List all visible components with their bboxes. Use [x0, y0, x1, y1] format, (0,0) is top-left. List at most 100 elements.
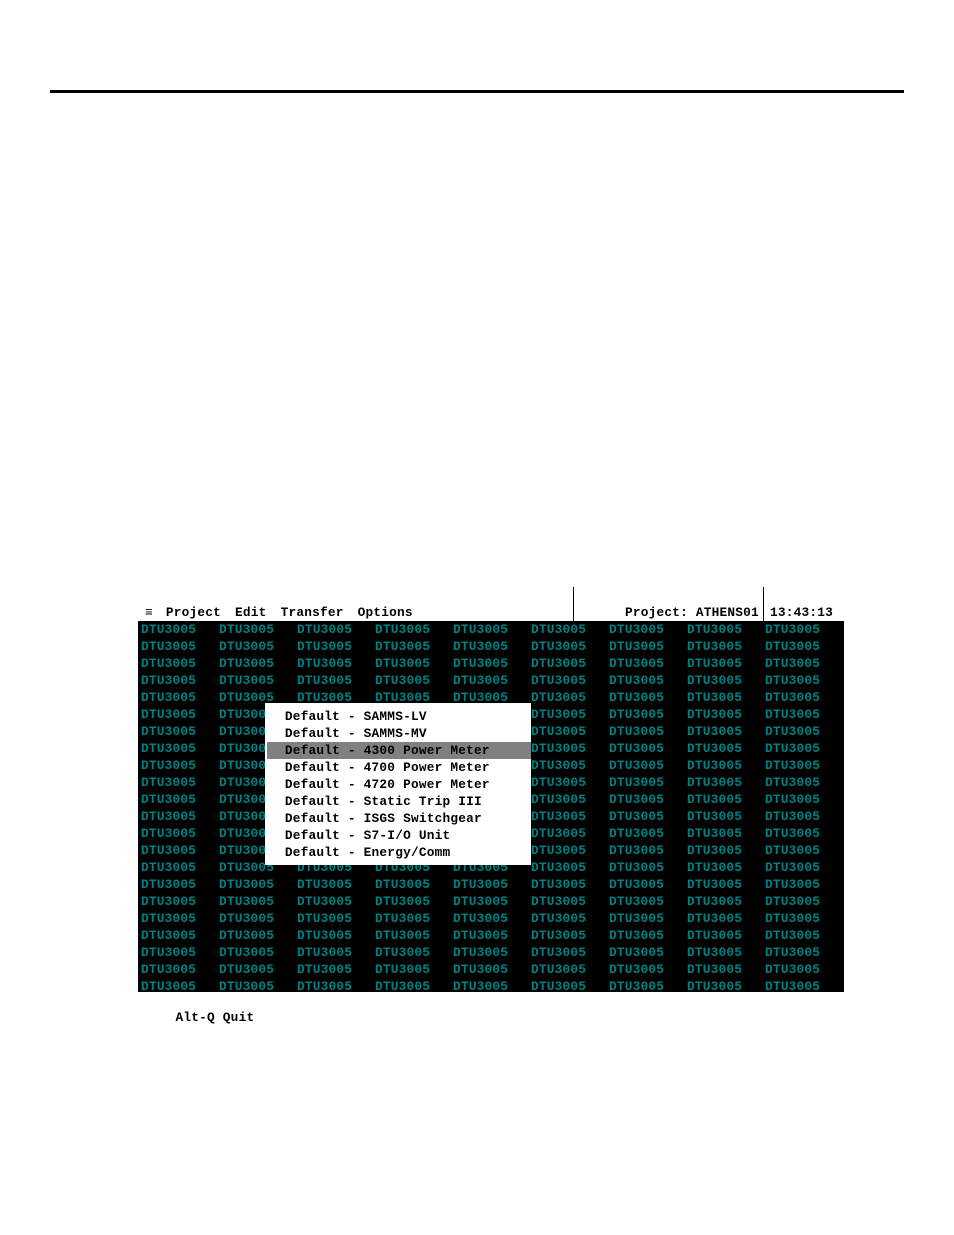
popup-item[interactable]: Default - Static Trip III [267, 793, 531, 810]
background-cell: DTU3005 [375, 638, 453, 655]
status-bar: Alt-Q Quit [138, 992, 844, 1009]
background-cell: DTU3005 [141, 706, 219, 723]
quit-hint: Alt-Q Quit [176, 1010, 255, 1025]
background-cell: DTU3005 [219, 961, 297, 978]
background-cell: DTU3005 [687, 774, 765, 791]
background-cell: DTU3005 [219, 638, 297, 655]
background-cell: DTU3005 [687, 944, 765, 961]
background-cell: DTU3005 [765, 723, 843, 740]
background-cell: DTU3005 [531, 757, 609, 774]
background-cell: DTU3005 [141, 825, 219, 842]
background-cell: DTU3005 [531, 774, 609, 791]
background-cell: DTU3005 [765, 672, 843, 689]
background-cell: DTU3005 [297, 893, 375, 910]
background-cell: DTU3005 [765, 927, 843, 944]
background-cell: DTU3005 [687, 672, 765, 689]
background-cell: DTU3005 [453, 961, 531, 978]
background-cell: DTU3005 [531, 961, 609, 978]
menu-project[interactable]: Project [159, 604, 228, 621]
background-cell: DTU3005 [687, 689, 765, 706]
background-cell: DTU3005 [765, 621, 843, 638]
background-cell: DTU3005 [687, 859, 765, 876]
background-cell: DTU3005 [141, 876, 219, 893]
horizontal-rule [50, 90, 904, 93]
background-cell: DTU3005 [765, 825, 843, 842]
background-cell: DTU3005 [609, 910, 687, 927]
background-cell: DTU3005 [765, 859, 843, 876]
background-cell: DTU3005 [765, 740, 843, 757]
background-cell: DTU3005 [765, 706, 843, 723]
background-cell: DTU3005 [765, 774, 843, 791]
background-cell: DTU3005 [687, 825, 765, 842]
popup-item[interactable]: Default - Energy/Comm [267, 844, 531, 861]
background-cell: DTU3005 [609, 893, 687, 910]
background-cell: DTU3005 [297, 655, 375, 672]
background-cell: DTU3005 [453, 672, 531, 689]
background-cell: DTU3005 [141, 655, 219, 672]
background-cell: DTU3005 [141, 774, 219, 791]
background-cell: DTU3005 [219, 944, 297, 961]
background-cell: DTU3005 [609, 672, 687, 689]
menu-edit[interactable]: Edit [228, 604, 274, 621]
background-cell: DTU3005 [141, 689, 219, 706]
background-cell: DTU3005 [375, 910, 453, 927]
background-cell: DTU3005 [141, 808, 219, 825]
background-cell: DTU3005 [375, 621, 453, 638]
popup-item[interactable]: Default - 4700 Power Meter [267, 759, 531, 776]
background-cell: DTU3005 [375, 893, 453, 910]
background-cell: DTU3005 [375, 944, 453, 961]
background-cell: DTU3005 [219, 621, 297, 638]
background-cell: DTU3005 [141, 757, 219, 774]
popup-item[interactable]: Default - S7-I/O Unit [267, 827, 531, 844]
background-cell: DTU3005 [531, 876, 609, 893]
background-cell: DTU3005 [375, 876, 453, 893]
popup-item[interactable]: Default - SAMMS-MV [267, 725, 531, 742]
background-cell: DTU3005 [375, 672, 453, 689]
menu-options[interactable]: Options [351, 604, 420, 621]
background-cell: DTU3005 [687, 706, 765, 723]
menu-transfer[interactable]: Transfer [274, 604, 351, 621]
background-cell: DTU3005 [141, 621, 219, 638]
background-cell: DTU3005 [141, 740, 219, 757]
background-cell: DTU3005 [609, 638, 687, 655]
popup-item[interactable]: Default - SAMMS-LV [267, 708, 531, 725]
background-cell: DTU3005 [687, 638, 765, 655]
device-default-popup: Default - SAMMS-LV Default - SAMMS-MV De… [265, 703, 531, 865]
background-cell: DTU3005 [687, 808, 765, 825]
background-cell: DTU3005 [531, 910, 609, 927]
background-cell: DTU3005 [687, 621, 765, 638]
background-cell: DTU3005 [297, 961, 375, 978]
background-cell: DTU3005 [297, 927, 375, 944]
background-cell: DTU3005 [219, 655, 297, 672]
background-cell: DTU3005 [765, 757, 843, 774]
background-cell: DTU3005 [687, 655, 765, 672]
background-cell: DTU3005 [297, 944, 375, 961]
background-cell: DTU3005 [375, 961, 453, 978]
popup-item[interactable]: Default - ISGS Switchgear [267, 810, 531, 827]
clock: 13:43:13 [764, 604, 839, 621]
background-cell: DTU3005 [453, 927, 531, 944]
background-cell: DTU3005 [687, 740, 765, 757]
background-cell: DTU3005 [687, 961, 765, 978]
background-cell: DTU3005 [297, 876, 375, 893]
background-row: DTU3005DTU3005DTU3005DTU3005DTU3005DTU30… [138, 927, 844, 944]
background-cell: DTU3005 [609, 706, 687, 723]
background-row: DTU3005DTU3005DTU3005DTU3005DTU3005DTU30… [138, 672, 844, 689]
popup-item[interactable]: Default - 4300 Power Meter [267, 742, 531, 759]
background-cell: DTU3005 [141, 927, 219, 944]
background-cell: DTU3005 [609, 961, 687, 978]
background-cell: DTU3005 [219, 927, 297, 944]
background-cell: DTU3005 [141, 791, 219, 808]
background-cell: DTU3005 [687, 842, 765, 859]
background-cell: DTU3005 [375, 927, 453, 944]
background-cell: DTU3005 [297, 638, 375, 655]
popup-item[interactable]: Default - 4720 Power Meter [267, 776, 531, 793]
background-cell: DTU3005 [219, 672, 297, 689]
background-cell: DTU3005 [765, 842, 843, 859]
background-cell: DTU3005 [453, 944, 531, 961]
background-cell: DTU3005 [765, 689, 843, 706]
background-cell: DTU3005 [531, 808, 609, 825]
background-cell: DTU3005 [531, 893, 609, 910]
system-menu-icon[interactable]: ≡ [143, 604, 159, 621]
background-cell: DTU3005 [141, 723, 219, 740]
